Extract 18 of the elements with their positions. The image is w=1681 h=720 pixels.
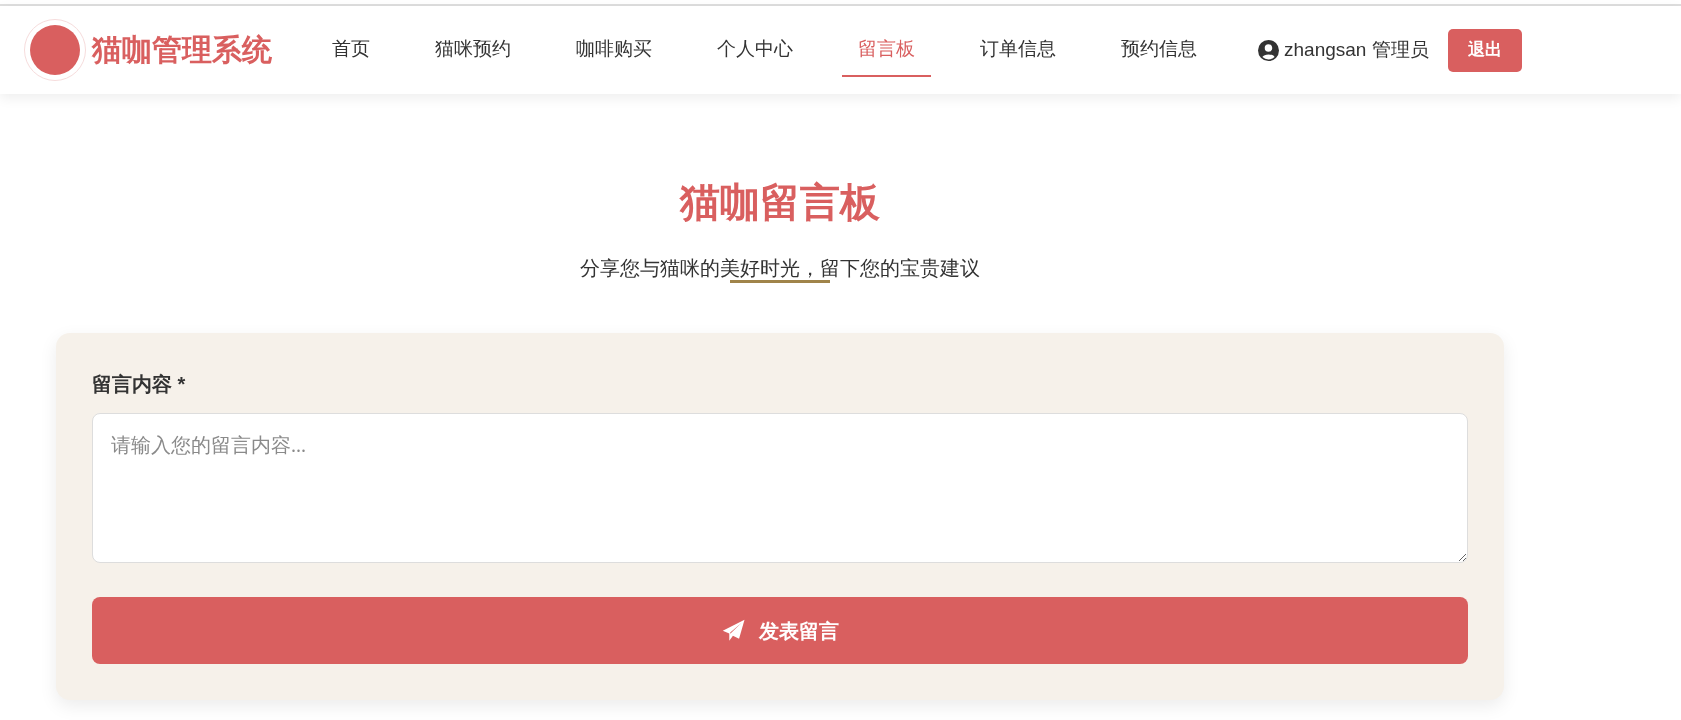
field-label: 留言内容 * <box>92 372 187 397</box>
user-circle-icon <box>1258 39 1279 61</box>
logo-icon <box>24 19 86 81</box>
paper-plane-icon <box>721 619 745 642</box>
nav-link[interactable]: 留言板 <box>842 23 931 77</box>
user-name: zhangsan 管理员 <box>1284 37 1429 62</box>
nav-link[interactable]: 个人中心 <box>701 23 809 77</box>
nav-link[interactable]: 咖啡购买 <box>560 23 668 77</box>
nav-link[interactable]: 首页 <box>316 23 386 77</box>
message-textarea[interactable]: 请输入您的留言内容... <box>92 413 1468 563</box>
brand-title: 猫咖管理系统 <box>92 32 272 68</box>
nav-link[interactable]: 订单信息 <box>964 23 1072 77</box>
page-subtitle: 分享您与猫咪的美好时光，留下您的宝贵建议 <box>579 256 981 280</box>
submit-button[interactable]: 发表留言 <box>92 597 1468 664</box>
logout-button[interactable]: 退出 <box>1447 28 1522 72</box>
nav-link[interactable]: 猫咪预约 <box>419 23 527 77</box>
nav-link[interactable]: 预约信息 <box>1105 23 1213 77</box>
page-title: 猫咖留言板 <box>678 179 881 226</box>
